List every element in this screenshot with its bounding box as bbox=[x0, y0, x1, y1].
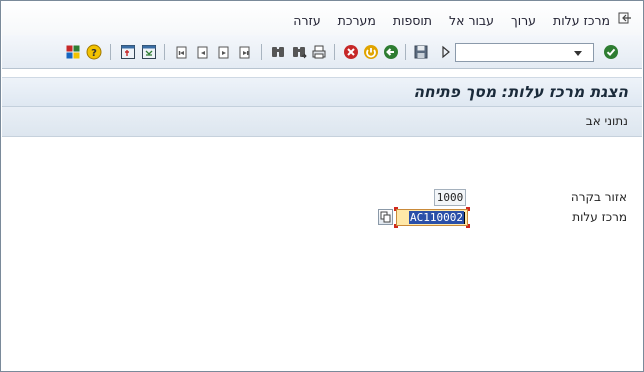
controlling-area-label: אזור בקרה bbox=[570, 190, 627, 204]
master-data-button[interactable]: נתוני אב bbox=[586, 114, 628, 128]
standard-toolbar: ? bbox=[2, 35, 642, 69]
required-marker bbox=[466, 224, 470, 228]
menu-help[interactable]: עזרה bbox=[293, 13, 320, 28]
menu-items: מרכז עלות ערוך עבור אל תוספות מערכת עזרה bbox=[293, 13, 610, 28]
sap-window: מרכז עלות ערוך עבור אל תוספות מערכת עזרה bbox=[0, 0, 644, 372]
triangle-right-icon[interactable] bbox=[438, 44, 454, 60]
chevron-down-icon[interactable] bbox=[574, 51, 582, 56]
menu-system[interactable]: מערכת bbox=[338, 13, 376, 28]
cost-center-label: מרכז עלות bbox=[572, 210, 627, 224]
toolbar-separator bbox=[405, 44, 406, 60]
possible-entries-icon bbox=[380, 211, 391, 223]
toolbar-separator bbox=[110, 44, 111, 60]
menu-bar: מרכז עלות ערוך עבור אל תוספות מערכת עזרה bbox=[2, 2, 642, 35]
toolbar-separator bbox=[334, 44, 335, 60]
find-icon[interactable] bbox=[270, 44, 286, 60]
check-icon[interactable] bbox=[603, 44, 619, 60]
controlling-area-field[interactable]: 1000 bbox=[434, 189, 466, 206]
first-page-icon[interactable] bbox=[174, 44, 190, 60]
matchcode-button[interactable] bbox=[378, 209, 393, 225]
application-toolbar: נתוני אב bbox=[2, 107, 642, 137]
customize-layout-icon[interactable] bbox=[65, 44, 81, 60]
screen-title-bar: הצגת מרכז עלות: מסך פתיחה bbox=[2, 77, 642, 107]
text-cursor bbox=[464, 212, 465, 224]
prev-page-icon[interactable] bbox=[195, 44, 211, 60]
toolbar-separator bbox=[261, 44, 262, 60]
menu-extras[interactable]: תוספות bbox=[393, 13, 432, 28]
toolbar-separator bbox=[164, 44, 165, 60]
back-green-icon[interactable] bbox=[383, 44, 399, 60]
required-marker bbox=[394, 224, 398, 228]
exit-yellow-icon[interactable] bbox=[363, 44, 379, 60]
shortcut-icon[interactable] bbox=[141, 44, 157, 60]
find-next-icon[interactable] bbox=[291, 44, 307, 60]
next-page-icon[interactable] bbox=[216, 44, 232, 60]
save-icon[interactable] bbox=[413, 44, 429, 60]
menu-edit[interactable]: ערוך bbox=[511, 13, 536, 28]
command-field[interactable] bbox=[455, 43, 594, 62]
page-title: הצגת מרכז עלות: מסך פתיחה bbox=[413, 83, 628, 101]
cost-center-value: AC110002 bbox=[409, 211, 464, 224]
cancel-red-icon[interactable] bbox=[343, 44, 359, 60]
cost-center-field[interactable]: AC110002 bbox=[394, 207, 470, 228]
required-marker bbox=[466, 207, 470, 211]
menu-goto[interactable]: עבור אל bbox=[449, 13, 494, 28]
new-session-icon[interactable] bbox=[120, 44, 136, 60]
exit-menu-icon[interactable] bbox=[618, 12, 632, 24]
menu-cost-center[interactable]: מרכז עלות bbox=[553, 13, 610, 28]
svg-text:?: ? bbox=[91, 48, 97, 59]
help-icon[interactable]: ? bbox=[86, 44, 102, 60]
print-icon[interactable] bbox=[311, 44, 327, 60]
last-page-icon[interactable] bbox=[237, 44, 253, 60]
required-marker bbox=[394, 207, 398, 211]
